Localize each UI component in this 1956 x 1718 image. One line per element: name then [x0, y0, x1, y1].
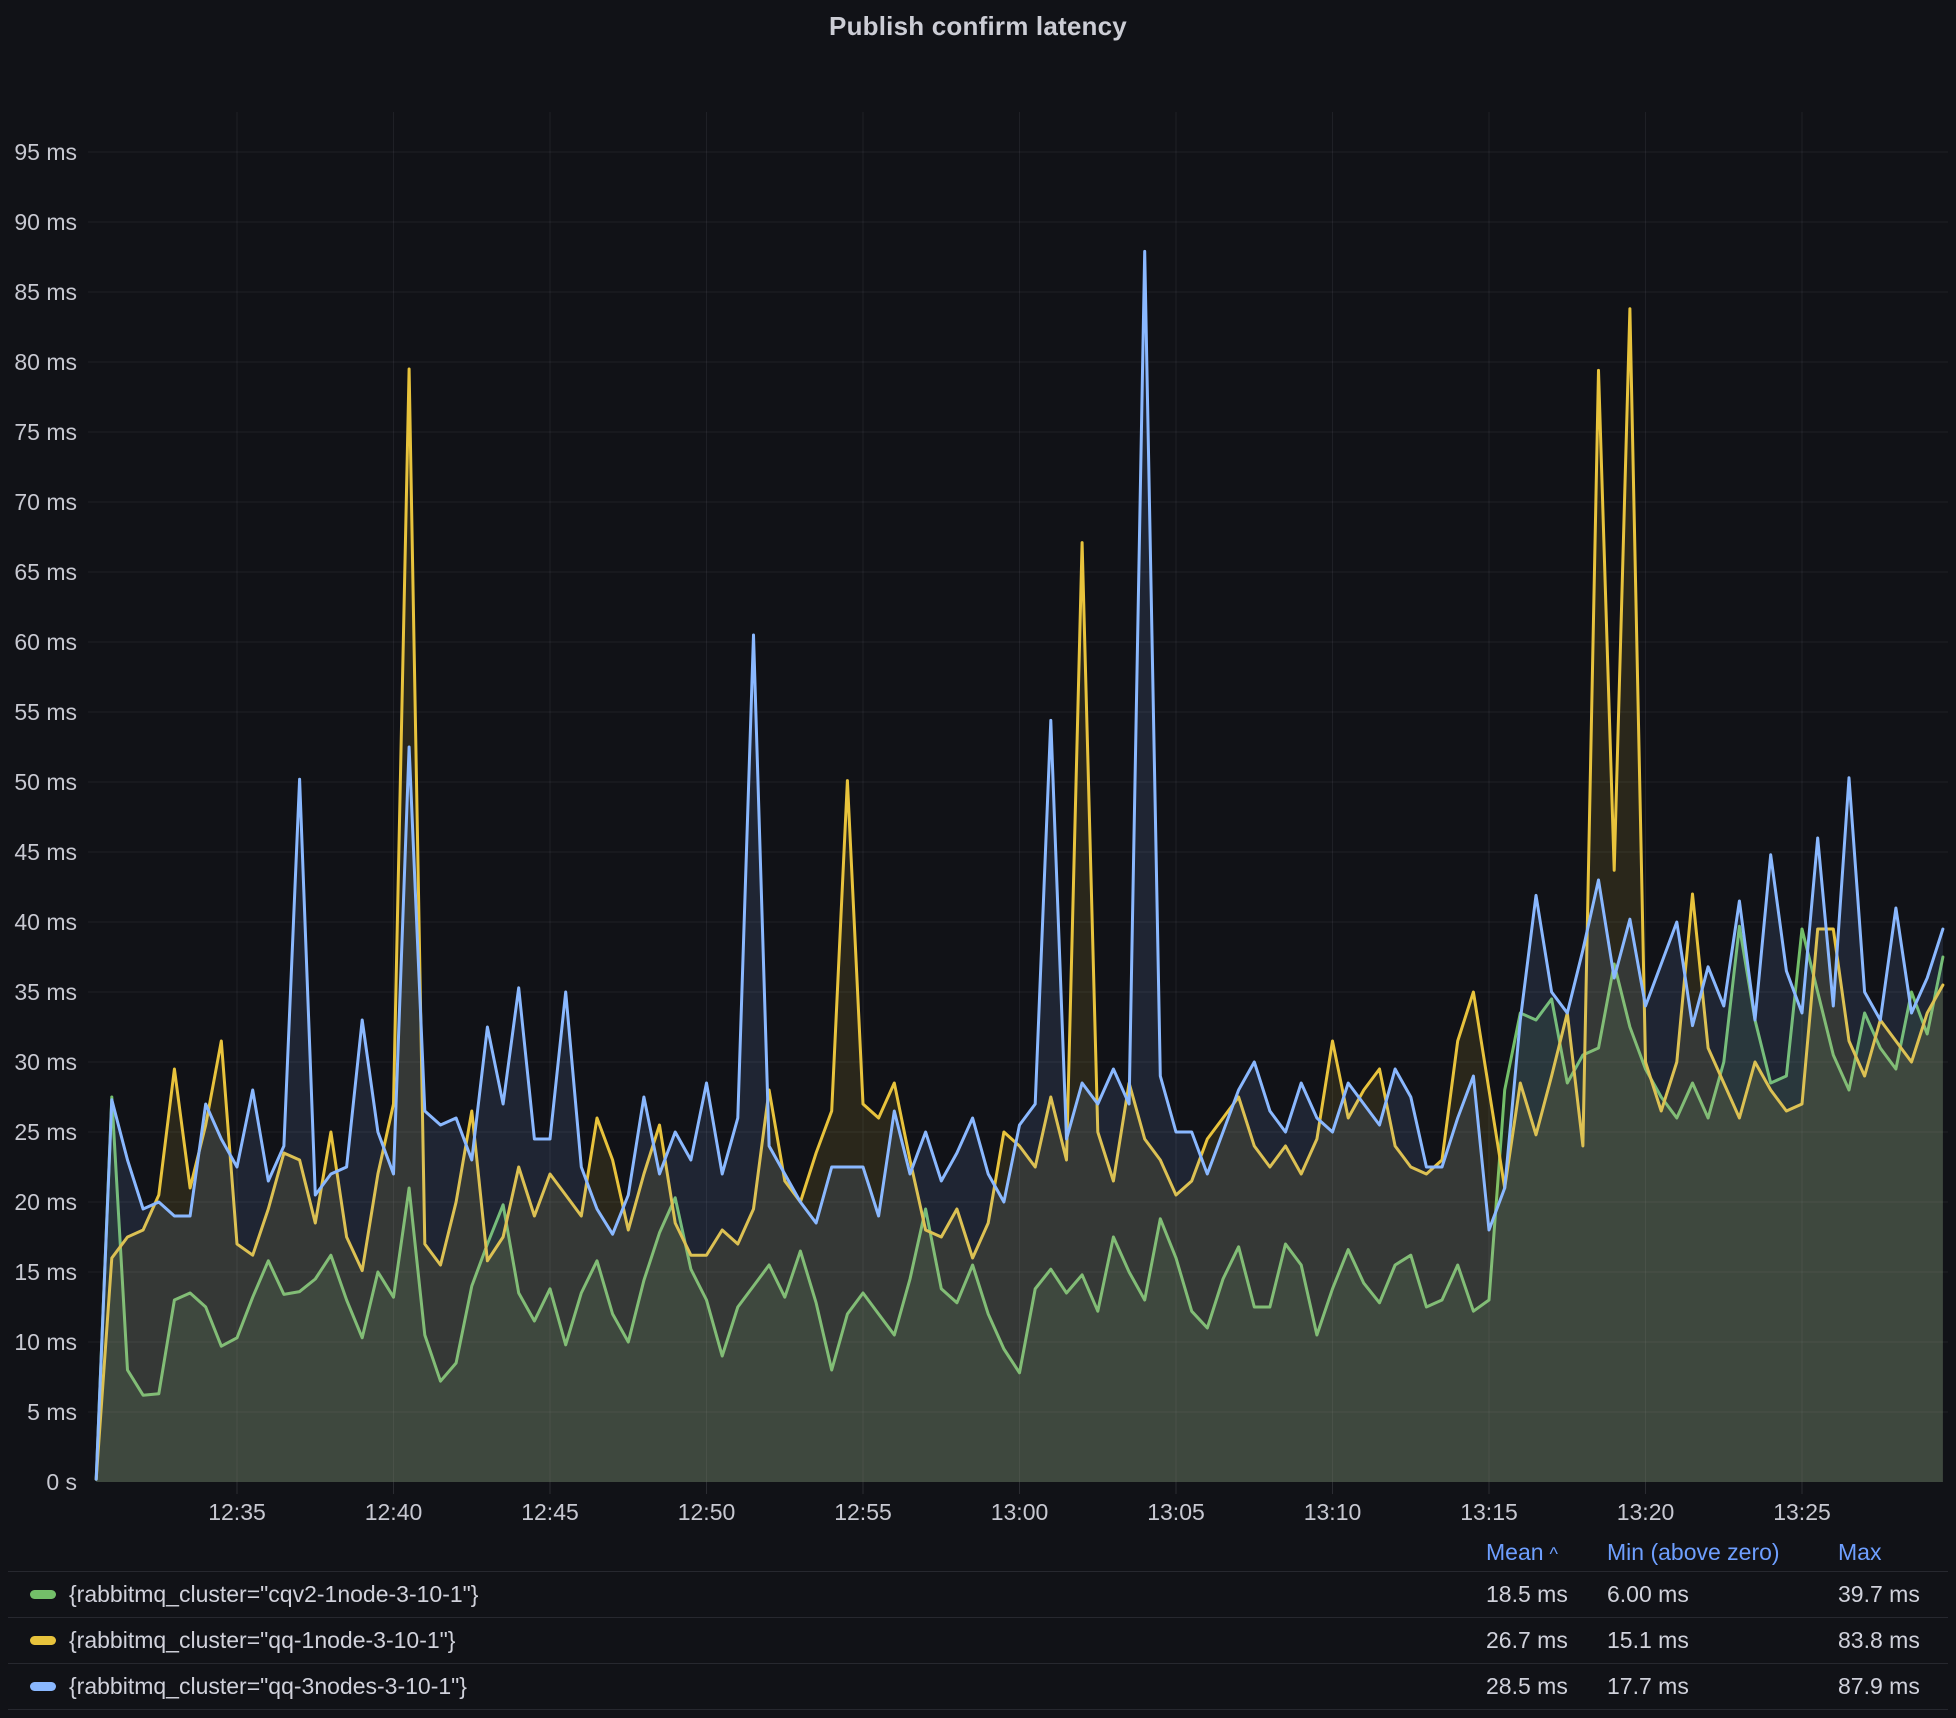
mean-value: 28.5 ms — [1486, 1664, 1568, 1709]
max-value: 39.7 ms — [1838, 1572, 1920, 1617]
y-tick-label: 25 ms — [14, 1119, 77, 1145]
series-color-swatch[interactable] — [30, 1682, 56, 1691]
mean-value: 26.7 ms — [1486, 1618, 1568, 1663]
grafana-graph-panel: Publish confirm latency 0 s5 ms10 ms15 m… — [0, 0, 1956, 1718]
y-tick-label: 75 ms — [14, 419, 77, 445]
y-tick-label: 0 s — [46, 1469, 77, 1495]
legend-series-label[interactable]: {rabbitmq_cluster="cqv2-1node-3-10-1"} — [69, 1572, 479, 1617]
y-tick-label: 5 ms — [27, 1399, 77, 1425]
max-value: 87.9 ms — [1838, 1664, 1920, 1709]
y-tick-label: 80 ms — [14, 349, 77, 375]
y-tick-label: 90 ms — [14, 209, 77, 235]
y-tick-label: 35 ms — [14, 979, 77, 1005]
y-tick-label: 40 ms — [14, 909, 77, 935]
x-tick-label: 12:35 — [208, 1499, 266, 1525]
y-tick-label: 65 ms — [14, 559, 77, 585]
legend-series-label[interactable]: {rabbitmq_cluster="qq-3nodes-3-10-1"} — [69, 1664, 467, 1709]
x-tick-label: 13:15 — [1460, 1499, 1518, 1525]
legend-row-separator — [8, 1709, 1948, 1710]
x-axis-labels: 12:35 12:40 12:45 12:50 12:55 13:00 13:05 13:10… — [208, 1499, 1831, 1525]
series-color-swatch[interactable] — [30, 1636, 56, 1645]
x-tick-label: 13:10 — [1304, 1499, 1362, 1525]
y-tick-label: 10 ms — [14, 1329, 77, 1355]
y-tick-label: 85 ms — [14, 279, 77, 305]
legend-sort-header-min-above-zero-[interactable]: Min (above zero) — [1607, 1534, 1780, 1571]
legend-sort-header-max[interactable]: Max — [1838, 1534, 1881, 1571]
legend-sort-header-mean[interactable]: Mean^ — [1486, 1534, 1558, 1571]
y-tick-label: 60 ms — [14, 629, 77, 655]
x-tick-label: 12:45 — [521, 1499, 579, 1525]
y-tick-label: 70 ms — [14, 489, 77, 515]
max-value: 83.8 ms — [1838, 1618, 1920, 1663]
x-tick-label: 13:20 — [1617, 1499, 1675, 1525]
x-tick-label: 12:55 — [834, 1499, 892, 1525]
min-value: 17.7 ms — [1607, 1664, 1689, 1709]
time-series-plot[interactable]: 0 s 5 ms 10 ms 15 ms 20 ms 25 ms 30 ms 35 ms 40 … — [0, 0, 1956, 1718]
y-tick-label: 15 ms — [14, 1259, 77, 1285]
min-value: 15.1 ms — [1607, 1618, 1689, 1663]
y-tick-label: 45 ms — [14, 839, 77, 865]
sort-ascending-icon: ^ — [1550, 1544, 1558, 1564]
x-tick-label: 13:25 — [1773, 1499, 1831, 1525]
y-tick-label: 30 ms — [14, 1049, 77, 1075]
y-tick-label: 55 ms — [14, 699, 77, 725]
y-tick-label: 50 ms — [14, 769, 77, 795]
y-tick-label: 20 ms — [14, 1189, 77, 1215]
mean-value: 18.5 ms — [1486, 1572, 1568, 1617]
x-tick-label: 13:05 — [1147, 1499, 1205, 1525]
min-value: 6.00 ms — [1607, 1572, 1689, 1617]
series-color-swatch[interactable] — [30, 1590, 56, 1599]
legend-series-label[interactable]: {rabbitmq_cluster="qq-1node-3-10-1"} — [69, 1618, 456, 1663]
y-axis-labels: 0 s 5 ms 10 ms 15 ms 20 ms 25 ms 30 ms 35 ms 40 … — [14, 139, 77, 1495]
y-tick-label: 95 ms — [14, 139, 77, 165]
x-tick-label: 13:00 — [991, 1499, 1049, 1525]
x-tick-label: 12:40 — [365, 1499, 423, 1525]
x-tick-label: 12:50 — [678, 1499, 736, 1525]
